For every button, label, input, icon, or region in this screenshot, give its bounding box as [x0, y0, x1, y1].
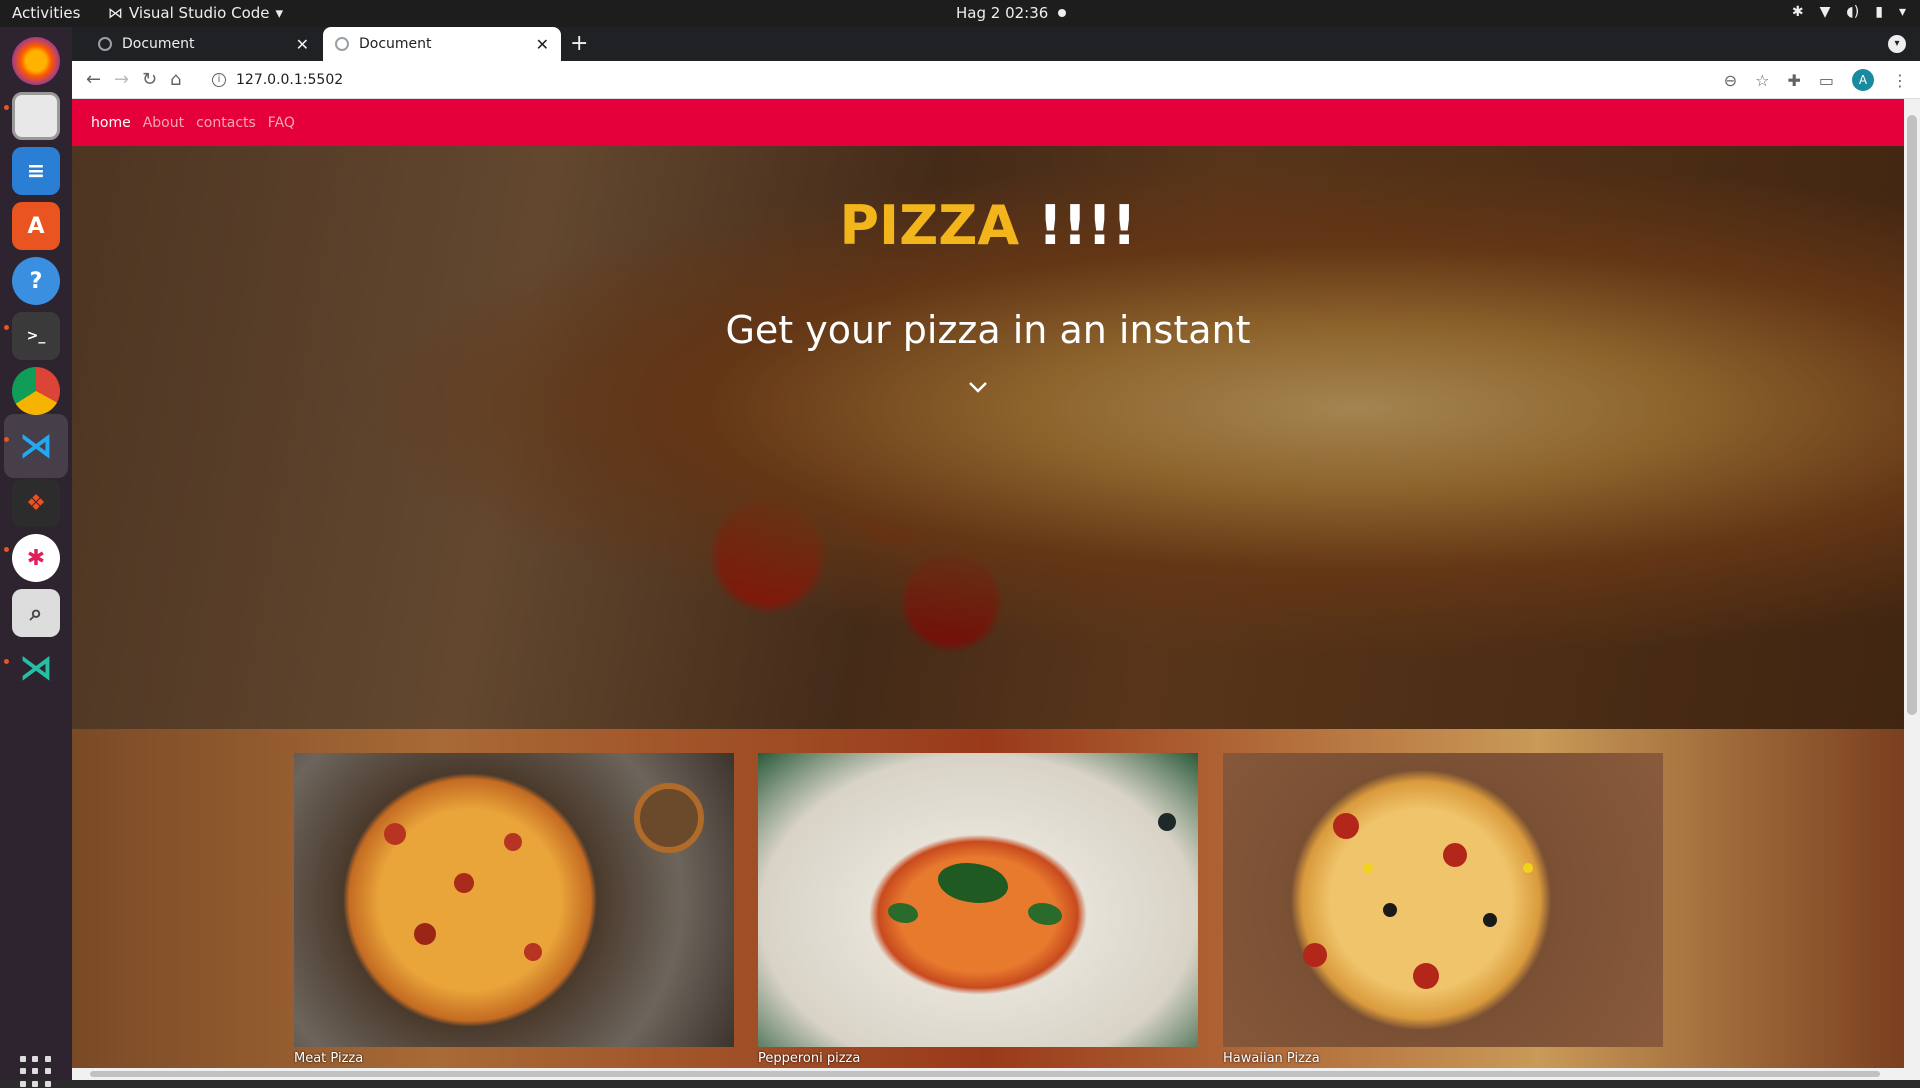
- running-indicator: [4, 547, 9, 552]
- hero-section: PIZZA !!!! Get your pizza in an instant: [72, 146, 1904, 729]
- new-tab-button[interactable]: +: [570, 31, 588, 56]
- horizontal-scrollbar[interactable]: [72, 1068, 1904, 1080]
- slack-tray-icon[interactable]: ✱: [1792, 4, 1804, 20]
- files-icon[interactable]: [12, 92, 60, 140]
- vscode-icon[interactable]: ⋊: [4, 414, 68, 478]
- vertical-scrollbar[interactable]: [1904, 99, 1920, 1080]
- forward-arrow-icon[interactable]: →: [114, 69, 129, 90]
- slack-icon[interactable]: ✱: [12, 534, 60, 582]
- nav-link-faq[interactable]: FAQ: [268, 115, 295, 131]
- browser-toolbar: ← → ↻ ⌂ i 127.0.0.1:5502 ⊖ ☆ ✚ ▭ A ⋮: [72, 61, 1920, 99]
- pizza-card-meat[interactable]: Meat Pizza: [294, 753, 734, 1080]
- extensions-icon[interactable]: ✚: [1787, 71, 1800, 90]
- app-menu[interactable]: ⋈ Visual Studio Code ▾: [108, 4, 283, 22]
- reload-icon[interactable]: ↻: [142, 69, 157, 90]
- page-viewport: home About contacts FAQ PIZZA !!!! Get y…: [72, 99, 1920, 1080]
- scrollbar-thumb[interactable]: [90, 1071, 1880, 1077]
- cast-icon[interactable]: ▭: [1819, 71, 1834, 90]
- figma-icon[interactable]: ❖: [12, 479, 60, 527]
- hero-title-word: PIZZA: [839, 194, 1020, 257]
- toolbar-actions: ⊖ ☆ ✚ ▭ A ⋮: [1724, 69, 1908, 91]
- chrome-icon[interactable]: [12, 367, 60, 415]
- wifi-icon[interactable]: ▼: [1820, 4, 1831, 20]
- tab-title: Document: [359, 36, 432, 52]
- scrollbar-thumb[interactable]: [1907, 115, 1917, 715]
- chevron-down-icon[interactable]: [967, 376, 989, 398]
- globe-icon: [98, 37, 112, 51]
- dock: ≡ A ? >_ ⋊ ❖ ✱ ⌕ ⋊: [0, 27, 72, 1087]
- address-bar[interactable]: i 127.0.0.1:5502: [212, 66, 1752, 94]
- running-indicator: [4, 437, 9, 442]
- tab-title: Document: [122, 36, 195, 52]
- back-arrow-icon[interactable]: ←: [86, 69, 101, 90]
- pizza-card-pepperoni[interactable]: Pepperoni pizza: [758, 753, 1198, 1080]
- help-icon[interactable]: ?: [12, 257, 60, 305]
- star-icon[interactable]: ☆: [1755, 71, 1769, 90]
- url-text: 127.0.0.1:5502: [236, 72, 344, 88]
- zoom-icon[interactable]: ⊖: [1724, 71, 1737, 90]
- browser-window: Document ✕ Document ✕ + ▾ ← → ↻ ⌂ i 127.…: [72, 27, 1920, 1080]
- hero-title: PIZZA !!!!: [72, 194, 1904, 257]
- magnifier-icon[interactable]: ⌕: [12, 589, 60, 637]
- show-applications-icon[interactable]: [20, 1056, 52, 1088]
- power-menu-icon[interactable]: ▾: [1899, 4, 1906, 20]
- app-menu-label: Visual Studio Code: [129, 4, 270, 22]
- close-icon[interactable]: ✕: [536, 35, 549, 54]
- card-label: Meat Pizza: [294, 1051, 364, 1066]
- pepperoni-pizza-image: [758, 753, 1198, 1047]
- tab-strip: Document ✕ Document ✕ + ▾: [72, 27, 1920, 61]
- running-indicator: [4, 659, 9, 664]
- tab-document-2[interactable]: Document ✕: [323, 27, 561, 61]
- tab-search-icon[interactable]: ▾: [1888, 35, 1906, 53]
- system-tray[interactable]: ✱ ▼ ◖) ▮ ▾: [1792, 4, 1906, 20]
- clock[interactable]: Hag 2 02:36: [956, 4, 1067, 22]
- system-top-bar: Activities ⋈ Visual Studio Code ▾ Hag 2 …: [0, 0, 1920, 27]
- site-navbar: home About contacts FAQ: [72, 99, 1904, 146]
- card-label: Hawaiian Pizza: [1223, 1051, 1320, 1066]
- hero-title-exclamation: !!!!: [1019, 194, 1137, 257]
- pizza-card-hawaiian[interactable]: Hawaiian Pizza: [1223, 753, 1663, 1080]
- nav-link-home[interactable]: home: [91, 115, 131, 131]
- clock-label: Hag 2 02:36: [956, 4, 1049, 22]
- writer-icon[interactable]: ≡: [12, 147, 60, 195]
- activities-button[interactable]: Activities: [12, 4, 80, 22]
- close-icon[interactable]: ✕: [296, 35, 309, 54]
- vscode-small-icon: ⋈: [108, 4, 123, 22]
- volume-icon[interactable]: ◖): [1846, 4, 1859, 20]
- meat-pizza-image: [294, 753, 734, 1047]
- terminal-icon[interactable]: >_: [12, 312, 60, 360]
- nav-link-contacts[interactable]: contacts: [196, 115, 256, 131]
- battery-icon[interactable]: ▮: [1875, 4, 1883, 20]
- notification-dot-icon: [1058, 9, 1067, 17]
- hawaiian-pizza-image: [1223, 753, 1663, 1047]
- hero-subtitle: Get your pizza in an instant: [725, 308, 1251, 352]
- kebab-menu-icon[interactable]: ⋮: [1892, 71, 1908, 90]
- tab-document-1[interactable]: Document ✕: [86, 27, 321, 61]
- card-label: Pepperoni pizza: [758, 1051, 861, 1066]
- pizza-cards-section: Meat Pizza Pepperoni pizza Hawaiian Pizz…: [72, 729, 1904, 1080]
- home-icon[interactable]: ⌂: [170, 69, 181, 90]
- firefox-icon[interactable]: [12, 37, 60, 85]
- software-icon[interactable]: A: [12, 202, 60, 250]
- nav-link-about[interactable]: About: [143, 115, 184, 131]
- profile-avatar[interactable]: A: [1852, 69, 1874, 91]
- chevron-down-icon: ▾: [275, 4, 284, 22]
- vscode-insiders-icon[interactable]: ⋊: [12, 644, 60, 692]
- globe-icon: [335, 37, 349, 51]
- info-icon[interactable]: i: [212, 73, 226, 87]
- running-indicator: [4, 105, 9, 110]
- running-indicator: [4, 325, 9, 330]
